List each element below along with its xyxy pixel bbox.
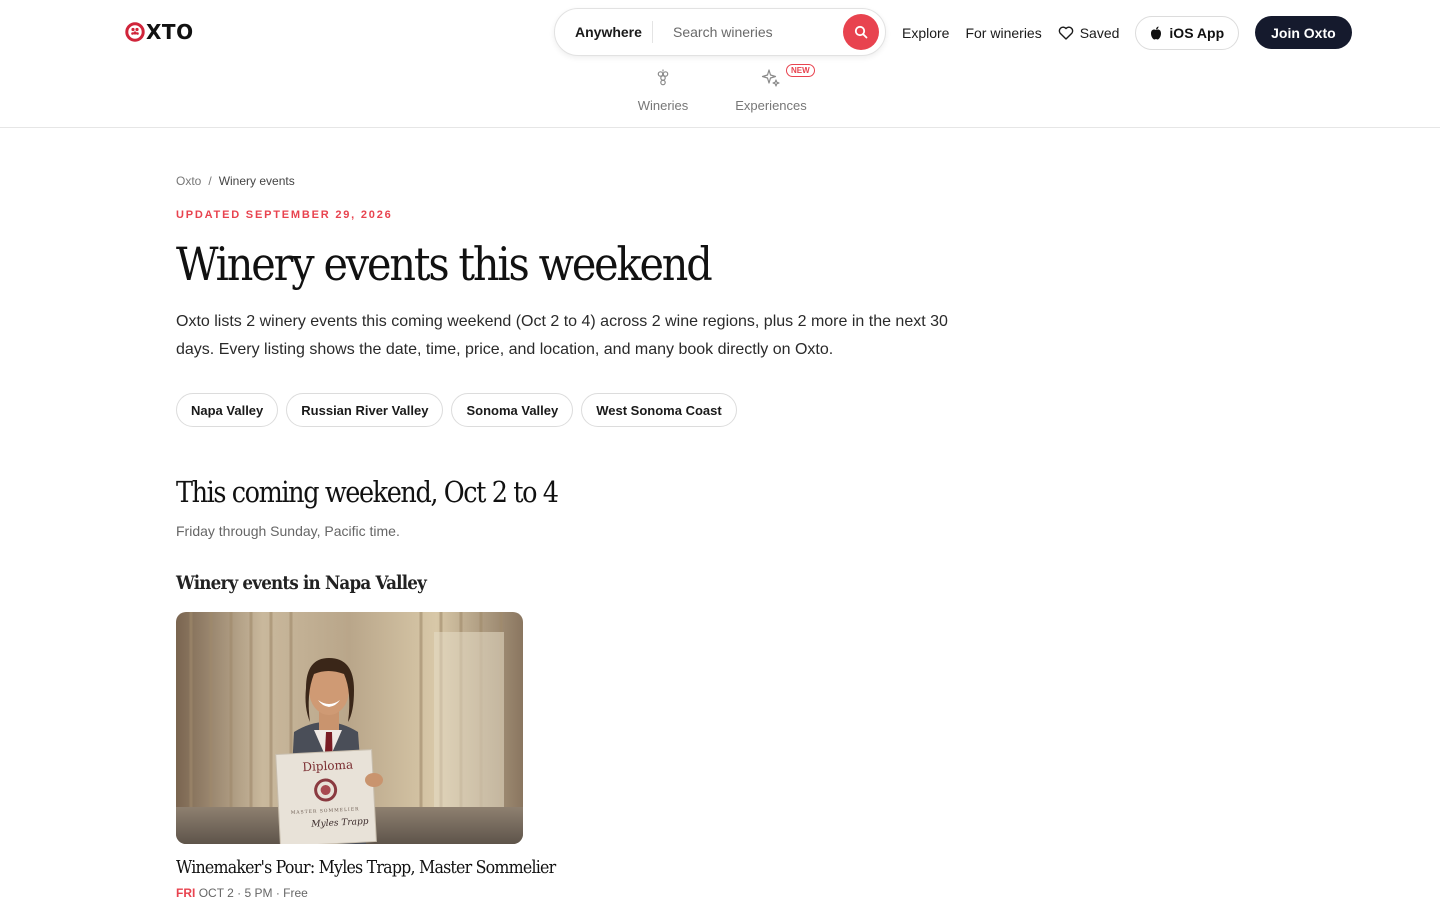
apple-icon bbox=[1151, 26, 1162, 39]
heart-icon bbox=[1058, 26, 1074, 40]
tab-experiences-label: Experiences bbox=[735, 98, 807, 113]
event-meta: FRI OCT 2 · 5 PM · Free bbox=[176, 886, 523, 900]
region-filter-chips: Napa Valley Russian River Valley Sonoma … bbox=[176, 393, 976, 427]
tab-experiences[interactable]: Experiences NEW bbox=[734, 64, 815, 113]
search-input[interactable] bbox=[673, 24, 833, 40]
event-details: OCT 2 · 5 PM · Free bbox=[198, 886, 308, 900]
category-tabs: Wineries Experiences NEW bbox=[630, 64, 846, 113]
breadcrumb-home[interactable]: Oxto bbox=[176, 174, 201, 188]
tab-wineries-label: Wineries bbox=[637, 98, 689, 113]
nav-saved[interactable]: Saved bbox=[1058, 24, 1120, 41]
tab-wineries[interactable]: Wineries bbox=[630, 66, 696, 113]
event-title: Winemaker's Pour: Myles Trapp, Master So… bbox=[176, 857, 556, 878]
event-photo: Diploma MASTER SOMMELIER Myles Trapp bbox=[176, 612, 523, 844]
breadcrumb-current: Winery events bbox=[218, 174, 295, 188]
weekend-section-title: This coming weekend, Oct 2 to 4 bbox=[176, 475, 559, 509]
breadcrumb: Oxto / Winery events bbox=[176, 174, 976, 188]
intro-text: Oxto lists 2 winery events this coming w… bbox=[176, 313, 948, 358]
main-nav: Explore For wineries Saved iOS App Join … bbox=[902, 15, 1352, 50]
grape-logo-icon bbox=[125, 22, 145, 42]
event-day: FRI bbox=[176, 886, 196, 900]
ios-app-button[interactable]: iOS App bbox=[1135, 15, 1240, 50]
region-heading: Winery events in Napa Valley bbox=[176, 572, 427, 594]
chip-sonoma-valley[interactable]: Sonoma Valley bbox=[451, 393, 574, 427]
grapes-icon bbox=[657, 69, 669, 86]
search-bar: Anywhere bbox=[554, 8, 886, 56]
nav-for-wineries[interactable]: For wineries bbox=[965, 25, 1041, 41]
search-button[interactable] bbox=[843, 14, 879, 50]
chip-russian-river-valley[interactable]: Russian River Valley bbox=[286, 393, 444, 427]
search-icon bbox=[854, 25, 868, 39]
logo-text: XTO bbox=[146, 20, 194, 44]
main-content: Oxto / Winery events UPDATED SEPTEMBER 2… bbox=[176, 128, 976, 900]
updated-date: UPDATED SEPTEMBER 29, 2026 bbox=[176, 209, 393, 221]
site-header: XTO Anywhere Explore For wineries Saved … bbox=[0, 0, 1440, 128]
location-selector[interactable]: Anywhere bbox=[555, 21, 653, 43]
diploma-heading: Diploma bbox=[302, 758, 353, 775]
chip-napa-valley[interactable]: Napa Valley bbox=[176, 393, 279, 427]
event-card[interactable]: Diploma MASTER SOMMELIER Myles Trapp Win… bbox=[176, 612, 556, 900]
page-title: Winery events this weekend bbox=[176, 237, 713, 291]
weekend-section-subtitle: Friday through Sunday, Pacific time. bbox=[176, 523, 400, 539]
oxto-logo[interactable]: XTO bbox=[125, 20, 194, 44]
chip-west-sonoma-coast[interactable]: West Sonoma Coast bbox=[581, 393, 737, 427]
breadcrumb-separator: / bbox=[208, 174, 212, 188]
nav-saved-label: Saved bbox=[1079, 24, 1120, 41]
nav-explore[interactable]: Explore bbox=[902, 25, 949, 41]
sparkle-icon bbox=[761, 69, 780, 87]
ios-app-label: iOS App bbox=[1169, 24, 1225, 41]
join-button[interactable]: Join Oxto bbox=[1255, 16, 1352, 49]
new-badge: NEW bbox=[786, 64, 815, 77]
